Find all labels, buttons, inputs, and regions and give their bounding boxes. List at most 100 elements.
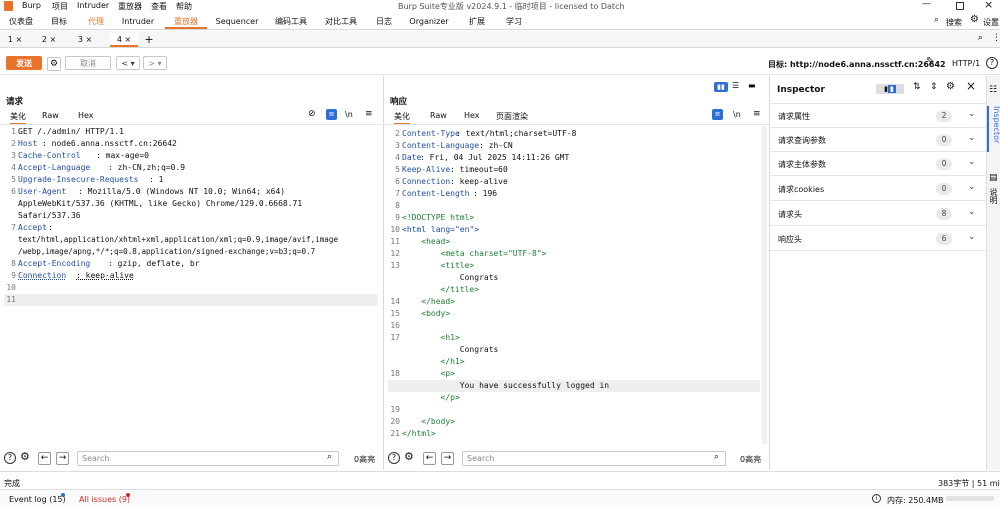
menu-item-repeater[interactable]: 重放器 — [118, 1, 142, 12]
tab-target[interactable]: 目标 — [44, 15, 74, 29]
maximize-icon[interactable] — [956, 2, 964, 10]
sort-icon[interactable]: ⇅ — [913, 83, 921, 92]
search-icon[interactable]: ⌕ — [978, 34, 983, 43]
close-icon[interactable]: × — [966, 80, 976, 92]
code-line: 1 GET /./admin/ HTTP/1.1 — [11, 127, 124, 136]
target-label[interactable]: 目标: http://node6.anna.nssctf.cn:26642 — [768, 59, 946, 70]
inspector-row-request-attributes[interactable]: 请求属性 2 ⌄ — [770, 104, 986, 128]
tab-comparer[interactable]: 对比工具 — [320, 15, 362, 29]
inspector-row-query-params[interactable]: 请求查询参数 0 ⌄ — [770, 128, 986, 152]
search-icon[interactable]: ⌕ — [934, 16, 939, 25]
edit-pencil-icon[interactable]: ✎ — [926, 57, 934, 67]
side-tab-inspector[interactable]: Inspector — [987, 106, 1000, 152]
menu-item-burp[interactable]: Burp — [22, 1, 41, 10]
repeater-tab-4[interactable]: 4 × — [110, 33, 138, 47]
status-text: 完成 — [4, 479, 20, 488]
tab-proxy[interactable]: 代理 — [78, 15, 114, 29]
inspector-row-body-params[interactable]: 请求主体参数 0 ⌄ — [770, 152, 986, 176]
response-tab-raw[interactable]: Raw — [430, 111, 447, 120]
code-line: 8 — [395, 201, 400, 210]
tab-organizer[interactable]: Organizer — [404, 15, 454, 29]
help-icon[interactable]: ? — [388, 452, 400, 464]
request-editor[interactable]: 1 GET /./admin/ HTTP/1.1 2 Host: node6.ann… — [4, 126, 378, 446]
request-tab-raw[interactable]: Raw — [42, 111, 59, 120]
more-vertical-icon[interactable]: ⋮ — [992, 34, 1000, 43]
tab-decoder[interactable]: 编码工具 — [270, 15, 312, 29]
inspector-row-response-headers[interactable]: 响应头 6 ⌄ — [770, 227, 986, 251]
tab-learn[interactable]: 学习 — [500, 15, 528, 29]
top-search-label[interactable]: 搜索 — [946, 17, 962, 28]
top-settings-label[interactable]: 设置 — [983, 17, 999, 28]
code-line: 4 Accept-Language: zh-CN,zh;q=0.9 — [11, 163, 186, 172]
response-tab-hex[interactable]: Hex — [464, 111, 480, 120]
inspector-row-request-headers[interactable]: 请求头 8 ⌄ — [770, 202, 986, 226]
cancel-button[interactable]: 取消 — [65, 56, 111, 70]
request-search-input[interactable]: Search — [77, 451, 339, 466]
response-editor[interactable]: 2 Content-Type: text/html;charset=UTF-8 3… — [388, 128, 760, 446]
menu-item-help[interactable]: 帮助 — [176, 1, 192, 12]
help-icon[interactable]: ? — [4, 452, 16, 464]
response-tab-render[interactable]: 页面渲染 — [496, 111, 528, 122]
response-tab-pretty[interactable]: 美化 — [394, 111, 410, 125]
http-version-label[interactable]: HTTP/1 — [952, 59, 980, 68]
format-icon[interactable]: ≡ — [712, 109, 723, 120]
gear-icon[interactable]: ⚙ — [946, 82, 955, 92]
search-icon[interactable]: ⌕ — [327, 453, 332, 462]
side-tab-notes[interactable]: 说明 — [988, 188, 999, 204]
menu-item-view[interactable]: 查看 — [151, 1, 167, 12]
response-scrollbar[interactable] — [762, 126, 767, 444]
send-button[interactable]: 发送 — [6, 56, 42, 70]
response-search-input[interactable]: Search — [462, 451, 726, 466]
back-button[interactable]: < ▾ — [116, 56, 140, 70]
format-icon[interactable]: ≡ — [326, 109, 337, 120]
tab-intruder[interactable]: Intruder — [117, 15, 159, 29]
hide-eye-icon[interactable]: ⊘ — [308, 110, 316, 119]
tab-logger[interactable]: 日志 — [370, 15, 398, 29]
burp-logo-icon — [4, 1, 13, 11]
menu-item-project[interactable]: 项目 — [52, 1, 68, 12]
help-icon[interactable]: ? — [986, 57, 998, 69]
issue-dot-icon — [126, 493, 130, 497]
close-window-icon[interactable]: × — [984, 0, 993, 10]
repeater-tab-2[interactable]: 2 × — [38, 33, 60, 47]
tab-extensions[interactable]: 扩展 — [462, 15, 492, 29]
tab-sequencer[interactable]: Sequencer — [212, 15, 262, 29]
gear-icon[interactable]: ⚙ — [970, 15, 979, 25]
all-issues-link[interactable]: All issues (9) — [79, 495, 130, 504]
menu-icon[interactable]: ≡ — [365, 110, 373, 119]
repeater-tab-3[interactable]: 3 × — [74, 33, 96, 47]
collapse-icon[interactable]: ⇕ — [930, 83, 938, 92]
gear-icon[interactable]: ⚙ — [20, 451, 30, 462]
next-match-button[interactable]: → — [56, 452, 69, 465]
tab-repeater[interactable]: 重放器 — [165, 15, 207, 29]
event-log-link[interactable]: Event log (15) — [9, 495, 66, 504]
code-line: 11 — [4, 294, 378, 306]
menu-icon[interactable]: ≡ — [753, 110, 761, 119]
layout-split-icon[interactable]: ▮▮ — [714, 82, 728, 92]
minimize-icon[interactable]: — — [922, 0, 931, 9]
layout-toggle-icon[interactable]: ▮ ▮ — [876, 84, 904, 94]
forward-button[interactable]: > ▾ — [143, 56, 167, 70]
add-tab-button[interactable]: + — [142, 33, 156, 47]
code-line: 10 — [6, 283, 16, 292]
inspector-side-icon[interactable]: ☷ — [989, 86, 997, 95]
request-tab-hex[interactable]: Hex — [78, 111, 94, 120]
chevron-down-icon: ⌄ — [968, 133, 976, 143]
menu-item-intruder[interactable]: Intruder — [77, 1, 109, 10]
layout-single-icon[interactable]: ▬ — [748, 82, 756, 90]
repeater-tab-1[interactable]: 1 × — [4, 33, 26, 47]
newline-icon[interactable]: \n — [733, 111, 741, 119]
search-icon[interactable]: ⌕ — [714, 453, 719, 462]
gear-icon[interactable]: ⚙ — [47, 57, 61, 71]
newline-icon[interactable]: \n — [345, 111, 353, 119]
inspector-row-cookies[interactable]: 请求cookies 0 ⌄ — [770, 177, 986, 201]
tab-dashboard[interactable]: 仪表盘 — [4, 15, 38, 29]
gear-icon[interactable]: ⚙ — [404, 451, 414, 462]
layout-stack-icon[interactable]: ☰ — [732, 82, 739, 90]
next-match-button[interactable]: → — [441, 452, 454, 465]
prev-match-button[interactable]: ← — [38, 452, 51, 465]
notes-side-icon[interactable]: ▤ — [989, 174, 998, 183]
prev-match-button[interactable]: ← — [423, 452, 436, 465]
info-icon[interactable]: i — [872, 494, 881, 503]
request-tab-pretty[interactable]: 美化 — [10, 111, 26, 125]
